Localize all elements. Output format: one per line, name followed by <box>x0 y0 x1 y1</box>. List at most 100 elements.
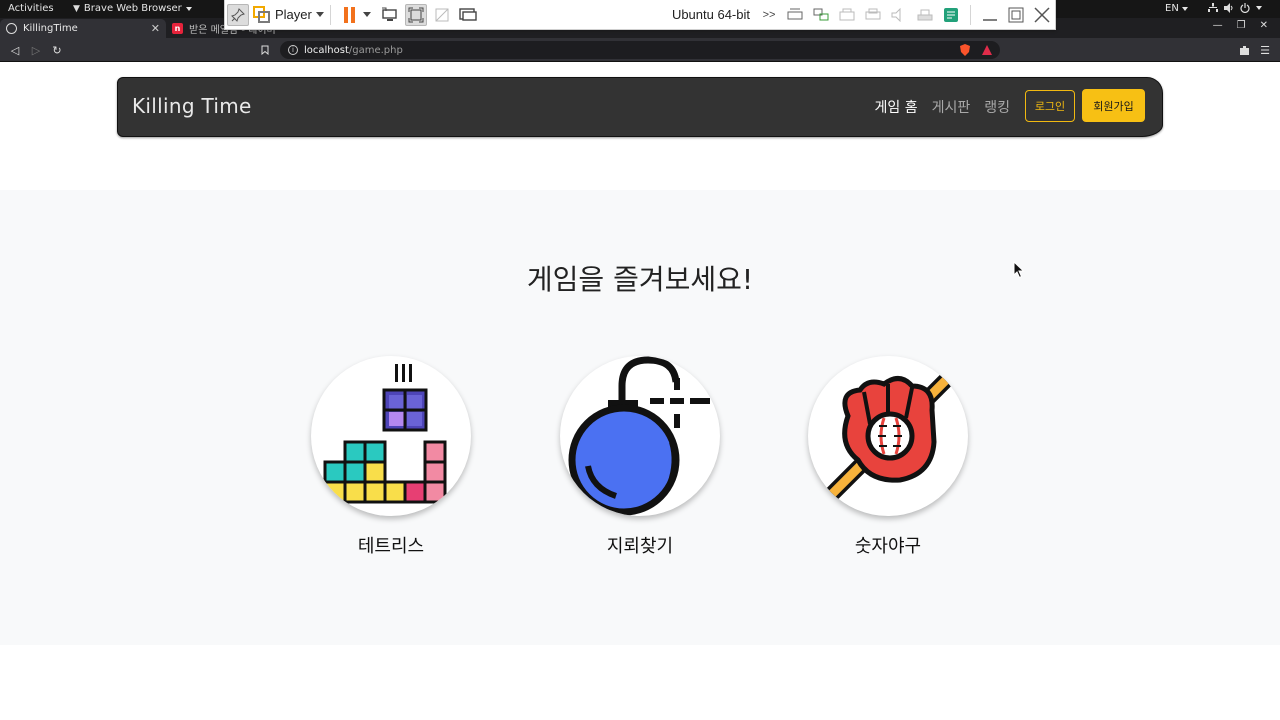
usb-device[interactable] <box>836 4 858 26</box>
send-ctrl-alt-del-button[interactable] <box>379 4 401 26</box>
game-label[interactable]: 지뢰찾기 <box>560 532 720 558</box>
bomb-icon <box>568 356 710 516</box>
reload-icon[interactable]: ↻ <box>50 43 64 57</box>
system-tray[interactable] <box>1208 3 1262 13</box>
pause-button[interactable] <box>339 4 361 26</box>
power-icon <box>1240 3 1250 13</box>
nav-item-board[interactable]: 게시판 <box>932 97 971 117</box>
nav-links: 게임 홈 게시판 랭킹 <box>875 97 1011 117</box>
player-label: Player <box>275 7 312 22</box>
tetris-blocks-icon <box>323 364 447 504</box>
chevron-down-icon <box>1256 6 1262 10</box>
brave-lion-icon: ▼ <box>73 3 80 14</box>
brave-shields-icon[interactable] <box>958 43 972 57</box>
maximize-button[interactable] <box>1005 4 1027 26</box>
game-card-minesweeper[interactable]: 지뢰찾기 <box>560 356 720 558</box>
divider <box>329 4 331 25</box>
browser-toolbar: ◁ ▷ ↻ i localhost/game.php ☰ <box>0 38 1280 62</box>
close-tab-icon[interactable]: ✕ <box>151 22 160 35</box>
minimize-icon[interactable]: — <box>1213 20 1223 31</box>
chevron-down-icon <box>315 12 324 17</box>
game-card-number-baseball[interactable]: 숫자야구 <box>808 356 968 558</box>
mouse-cursor-icon <box>1013 261 1025 279</box>
computer-send-icon <box>381 7 397 21</box>
tab-killingtime[interactable]: KillingTime ✕ <box>0 19 166 38</box>
globe-icon <box>6 23 17 34</box>
printer-device[interactable] <box>862 4 884 26</box>
fit-guest-button[interactable] <box>404 3 427 26</box>
speaker-icon <box>891 7 901 22</box>
baseball-glove-icon <box>824 372 954 502</box>
site-navbar: Killing Time 게임 홈 게시판 랭킹 로그인 회원가입 <box>117 77 1163 137</box>
game-card-tetris[interactable]: 테트리스 <box>311 356 471 558</box>
game-label[interactable]: 테트리스 <box>311 532 471 558</box>
chevron-down-icon <box>185 6 192 11</box>
back-icon[interactable]: ◁ <box>8 43 22 57</box>
close-icon[interactable]: ✕ <box>1260 20 1268 31</box>
unity-mode-button[interactable] <box>431 4 453 26</box>
close-button[interactable] <box>1031 4 1053 26</box>
nav-item-game-home[interactable]: 게임 홈 <box>875 97 918 117</box>
brave-rewards-icon[interactable] <box>980 43 994 57</box>
game-icon-circle[interactable] <box>808 356 968 516</box>
vm-name-label: Ubuntu 64-bit <box>671 7 750 22</box>
page-content: Killing Time 게임 홈 게시판 랭킹 로그인 회원가입 게임을 즐겨… <box>0 63 1280 720</box>
nav-item-ranking[interactable]: 랭킹 <box>984 97 1010 117</box>
tab-title: KillingTime <box>23 23 78 34</box>
language-label: EN <box>1165 3 1179 14</box>
divider <box>970 4 971 25</box>
pause-options-chevron-icon[interactable] <box>362 12 371 17</box>
fit-window-icon <box>408 7 424 22</box>
language-indicator[interactable]: EN <box>1165 3 1188 14</box>
signup-button[interactable]: 회원가입 <box>1082 89 1145 122</box>
url-path: /game.php <box>348 44 403 56</box>
minimize-button[interactable] <box>979 4 1001 26</box>
game-icon-circle[interactable] <box>311 356 471 516</box>
address-bar[interactable]: i localhost/game.php <box>280 41 1000 59</box>
forward-icon[interactable]: ▷ <box>29 43 43 57</box>
player-menu[interactable]: Player <box>253 5 324 24</box>
game-icon-circle[interactable] <box>560 356 720 516</box>
restore-icon <box>1008 7 1024 22</box>
minimize-icon <box>983 18 997 21</box>
url-host: localhost <box>304 44 349 56</box>
login-button[interactable]: 로그인 <box>1025 90 1075 122</box>
message-log-button[interactable] <box>940 4 962 26</box>
extensions-icon[interactable] <box>1237 43 1251 57</box>
pause-icon <box>343 6 355 23</box>
game-label[interactable]: 숫자야구 <box>808 532 968 558</box>
browser-window-controls: — ❐ ✕ <box>1213 20 1268 31</box>
vmware-logo-icon <box>253 5 270 23</box>
games-section: 게임을 즐겨보세요! 테트리스 지뢰찾기 숫자야구 <box>0 190 1280 645</box>
close-icon <box>1034 6 1050 23</box>
bookmark-icon[interactable] <box>258 43 272 57</box>
hard-disk-device[interactable] <box>784 4 806 26</box>
app-menu-label: Brave Web Browser <box>83 3 182 14</box>
site-brand[interactable]: Killing Time <box>132 94 252 118</box>
sound-device[interactable] <box>888 4 910 26</box>
app-menu[interactable]: ▼ Brave Web Browser <box>73 3 192 14</box>
full-screen-button[interactable] <box>457 4 479 26</box>
network-adapter-icon <box>813 8 829 20</box>
unity-disabled-icon <box>435 8 449 21</box>
page-title: 게임을 즐겨보세요! <box>526 263 754 296</box>
hard-disk-icon <box>787 8 803 19</box>
more-devices-button[interactable]: >> <box>758 4 780 26</box>
monitor-icon <box>459 7 477 21</box>
network-icon <box>1208 3 1218 12</box>
drive-icon <box>917 9 933 20</box>
pin-icon <box>231 7 245 22</box>
naver-logo-icon: n <box>172 23 183 34</box>
pin-toolbar-button[interactable] <box>227 3 249 26</box>
double-chevron-right-icon: >> <box>762 8 776 21</box>
menu-icon[interactable]: ☰ <box>1258 43 1272 57</box>
vmware-toolbar: Player Ubuntu 64-bit >> <box>224 0 1056 30</box>
printer-icon <box>865 8 881 19</box>
site-info-icon[interactable]: i <box>288 45 298 55</box>
floppy-device[interactable] <box>914 4 936 26</box>
note-icon <box>944 7 958 22</box>
usb-icon <box>839 8 855 20</box>
activities-button[interactable]: Activities <box>8 3 54 14</box>
restore-icon[interactable]: ❐ <box>1237 20 1246 31</box>
network-adapter-device[interactable] <box>810 4 832 26</box>
